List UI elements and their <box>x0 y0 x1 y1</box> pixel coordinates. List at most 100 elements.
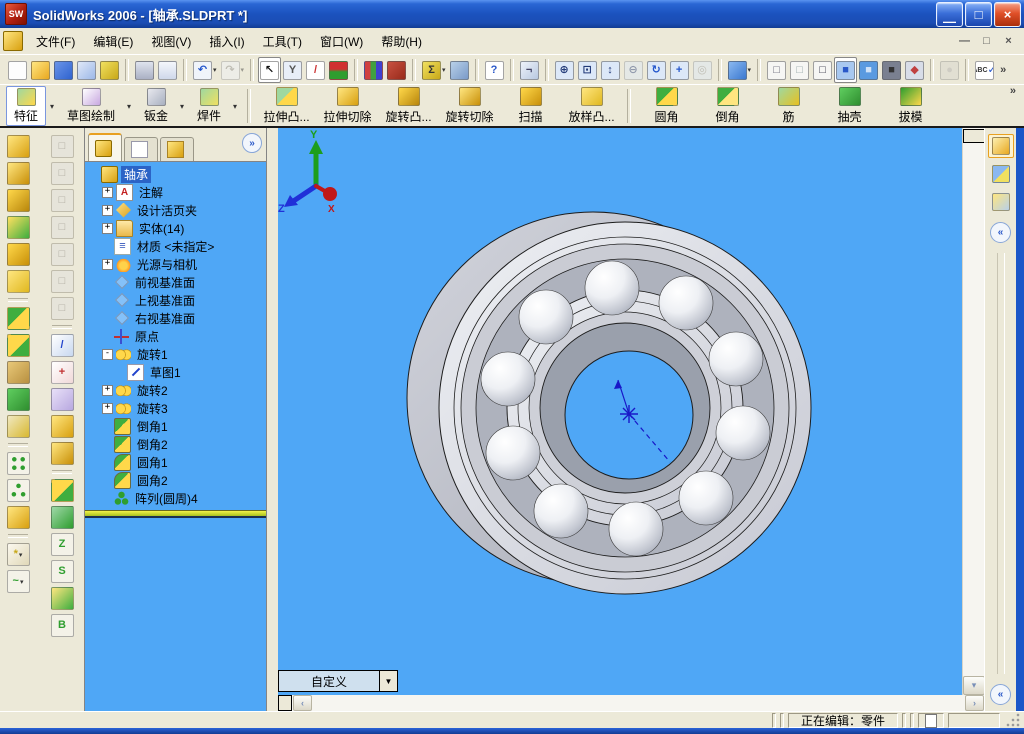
extruded-boss-button[interactable]: 拉伸凸... <box>256 85 317 127</box>
tree-item-top-plane[interactable]: 上视基准面 <box>85 291 267 309</box>
task-pane-collapse-button[interactable]: « <box>990 222 1011 243</box>
tree-item-part-root[interactable]: 轴承 <box>85 165 267 183</box>
tabs-overflow-button[interactable]: » <box>242 133 262 153</box>
menu-window[interactable]: 窗口(W) <box>311 29 372 54</box>
tree-item-revolve1[interactable]: - 旋转1 <box>85 345 267 363</box>
tree-item-origin[interactable]: 原点 <box>85 327 267 345</box>
standard-view-2-icon[interactable]: □ <box>50 162 74 185</box>
view-orientation-dropdown[interactable]: ▼ <box>380 670 398 692</box>
save-icon[interactable] <box>52 57 75 83</box>
standard-view-1-icon[interactable]: □ <box>50 135 74 158</box>
minimize-button[interactable]: — <box>936 1 963 28</box>
tree-label-revolve2[interactable]: 旋转2 <box>134 382 171 399</box>
propertymanager-tab[interactable] <box>124 137 158 161</box>
modify-sketch-icon[interactable] <box>50 388 74 411</box>
mdi-minimize-button[interactable]: — <box>955 33 974 49</box>
sketch-toolbar-button[interactable]: 草图绘制 <box>59 86 123 126</box>
3d-drawing-view-icon[interactable]: ◎ <box>691 57 714 83</box>
redo-dropdown[interactable]: ▾ <box>241 66 245 74</box>
sketch-icon[interactable]: / <box>50 334 74 357</box>
design-library-button[interactable] <box>988 162 1014 186</box>
tree-label-solid-bodies[interactable]: 实体(14) <box>136 220 187 237</box>
standard-view-4-icon[interactable]: □ <box>50 216 74 239</box>
menu-file[interactable]: 文件(F) <box>27 29 84 54</box>
tree-item-fillet2[interactable]: 圆角2 <box>85 471 267 489</box>
publish-edrawing-icon[interactable] <box>98 57 121 83</box>
lofted-boss-icon[interactable] <box>6 270 30 293</box>
select-icon[interactable]: ↖ <box>258 57 282 83</box>
tree-item-revolve3[interactable]: + 旋转3 <box>85 399 267 417</box>
shell-icon[interactable] <box>6 388 30 411</box>
feature-toolbar-overflow[interactable]: » <box>1010 85 1016 97</box>
graphics-viewport[interactable]: Y Z X 自定义 ▼ <box>278 128 962 695</box>
close-button[interactable]: × <box>994 1 1021 27</box>
tree-item-chamfer2[interactable]: 倒角2 <box>85 435 267 453</box>
rib-icon[interactable] <box>6 361 30 384</box>
tree-item-lights-cameras[interactable]: + 光源与相机 <box>85 255 267 273</box>
tree-label-chamfer2[interactable]: 倒角2 <box>134 436 171 453</box>
revolved-boss-icon[interactable] <box>6 189 30 212</box>
scroll-down-button[interactable]: ▾ <box>963 676 985 695</box>
zoom-in-out-icon[interactable]: ↕ <box>599 57 622 83</box>
print-preview-icon[interactable] <box>156 57 179 83</box>
standard-view-5-icon[interactable]: □ <box>50 243 74 266</box>
tree-label-cirpattern4[interactable]: 阵列(圆周)4 <box>132 490 201 507</box>
horizontal-scrollbar[interactable]: ‹ › <box>278 695 984 711</box>
rib-button[interactable]: 筋 <box>758 85 819 127</box>
measure-icon[interactable]: Σ ▾ <box>420 57 448 83</box>
wireframe-icon[interactable]: □ <box>765 57 788 83</box>
standard-view-3-icon[interactable]: □ <box>50 189 74 212</box>
loft-button[interactable]: 放样凸... <box>561 85 622 127</box>
features-dropdown[interactable]: ▾ <box>46 88 58 124</box>
sweep-button[interactable]: 扫描 <box>500 85 561 127</box>
convert-entities-icon[interactable] <box>50 415 74 438</box>
solidworks-resources-button[interactable] <box>987 134 1014 158</box>
hidden-lines-visible-icon[interactable]: □ <box>788 57 811 83</box>
extruded-cut-icon[interactable] <box>6 162 30 185</box>
menu-insert[interactable]: 插入(I) <box>200 29 253 54</box>
tree-label-top-plane[interactable]: 上视基准面 <box>132 292 198 309</box>
tree-label-right-plane[interactable]: 右视基准面 <box>132 310 198 327</box>
revolved-cut-icon[interactable] <box>6 216 30 239</box>
sheet-metal-dropdown[interactable]: ▾ <box>176 88 188 124</box>
tree-expand-revolve2[interactable]: + <box>102 384 113 396</box>
selection-filter-icon[interactable]: Y <box>281 57 304 83</box>
flashlight-icon[interactable]: ¬ <box>518 57 541 83</box>
zoom-to-fit-icon[interactable]: ⊕ <box>553 57 576 83</box>
configurationmanager-tab[interactable] <box>160 137 194 161</box>
sheet-format-icon[interactable] <box>75 57 98 83</box>
tree-item-revolve2[interactable]: + 旋转2 <box>85 381 267 399</box>
features-toolbar-button[interactable]: 特征 <box>6 86 47 126</box>
rotate-view-icon[interactable]: ↻ <box>645 57 668 83</box>
draft-icon[interactable] <box>6 415 30 438</box>
menu-view[interactable]: 视图(V) <box>142 29 200 54</box>
tree-item-cirpattern4[interactable]: 阵列(圆周)4 <box>85 489 267 507</box>
redo-icon[interactable]: ↷ ▾ <box>219 57 247 83</box>
view-orientation-value[interactable]: 自定义 <box>278 670 380 692</box>
shaded-icon[interactable]: ■ <box>857 57 880 83</box>
tree-expand-revolve1[interactable]: - <box>102 348 113 360</box>
sketch-entity-color-icon[interactable]: / <box>304 57 327 83</box>
undo-icon[interactable]: ↶ ▾ <box>191 57 219 83</box>
extruded-cut-button[interactable]: 拉伸切除 <box>317 85 378 127</box>
composite-curve-icon[interactable]: B <box>50 614 74 637</box>
projected-curve-icon[interactable] <box>50 587 74 610</box>
maximize-button[interactable]: □ <box>965 1 992 27</box>
fillet-icon[interactable] <box>6 307 30 330</box>
tree-label-revolve3[interactable]: 旋转3 <box>134 400 171 417</box>
tree-label-part-root[interactable]: 轴承 <box>121 165 152 183</box>
perspective-icon[interactable]: ● <box>938 57 961 83</box>
tree-expand-design-binder[interactable]: + <box>102 204 113 216</box>
rollback-bar[interactable] <box>85 510 267 518</box>
tree-item-chamfer1[interactable]: 倒角1 <box>85 417 267 435</box>
tree-item-front-plane[interactable]: 前视基准面 <box>85 273 267 291</box>
menu-tools[interactable]: 工具(T) <box>254 29 311 54</box>
help-icon[interactable]: ? <box>483 57 506 83</box>
zoom-to-area-icon[interactable]: ⊡ <box>576 57 599 83</box>
extruded-boss-icon[interactable] <box>6 135 30 158</box>
menu-help[interactable]: 帮助(H) <box>372 29 431 54</box>
mirror-icon[interactable] <box>6 506 30 529</box>
pan-icon[interactable]: + <box>668 57 691 83</box>
tree-label-material[interactable]: 材质 <未指定> <box>134 238 217 255</box>
reference-geometry-dropdown[interactable]: ▾ <box>19 551 23 559</box>
